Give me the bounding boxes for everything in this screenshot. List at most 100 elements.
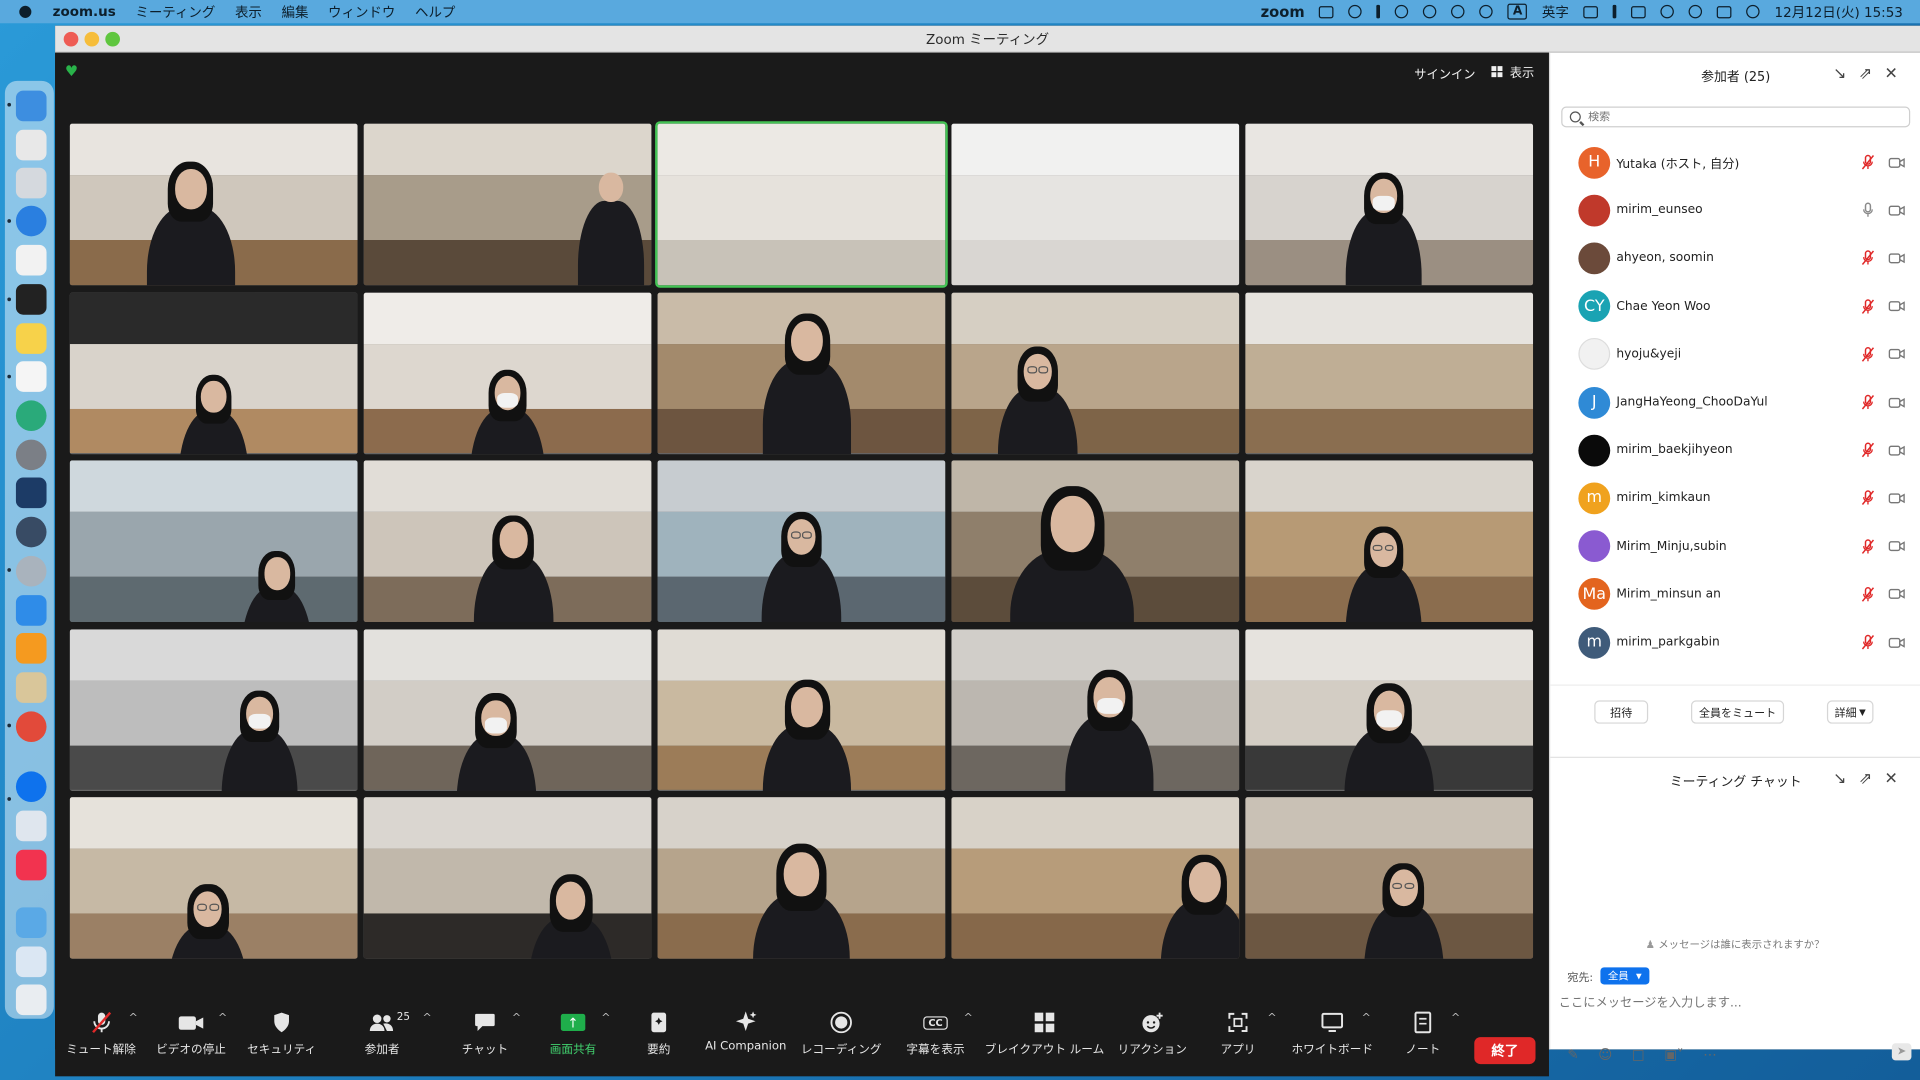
- headphones-icon[interactable]: [1479, 4, 1494, 19]
- launchpad-icon[interactable]: [15, 129, 47, 161]
- menu-view[interactable]: 表示: [235, 2, 262, 22]
- participant-row[interactable]: ahyeon, soomin: [1550, 234, 1920, 282]
- participant-row[interactable]: mirim_baekjihyeon: [1550, 426, 1920, 474]
- screenshot-icon[interactable]: ▣˅: [1664, 1047, 1683, 1063]
- input-method-icon[interactable]: A: [1507, 3, 1528, 20]
- camera-icon[interactable]: [1888, 444, 1905, 456]
- mute-all-button[interactable]: 全員をミュート: [1691, 700, 1785, 724]
- muted-mic-icon[interactable]: [1861, 154, 1875, 170]
- whiteboard-button[interactable]: ホワイトボード: [1292, 1008, 1373, 1062]
- disk-utility-icon[interactable]: [15, 555, 47, 587]
- encryption-shield-icon[interactable]: ♥: [65, 63, 80, 80]
- emoji-icon[interactable]: ☺: [1598, 1047, 1612, 1063]
- participants-options-caret[interactable]: ^: [422, 1013, 431, 1025]
- muted-mic-icon[interactable]: [1861, 442, 1875, 458]
- safari-icon[interactable]: [15, 205, 47, 237]
- video-tile[interactable]: [363, 797, 652, 959]
- script-icon[interactable]: [15, 672, 47, 703]
- notes-options-caret[interactable]: ^: [1451, 1013, 1460, 1025]
- status-circle-icon[interactable]: [1395, 4, 1409, 19]
- video-options-caret[interactable]: ^: [218, 1013, 227, 1025]
- invite-button[interactable]: 招待: [1594, 700, 1649, 724]
- collapse-icon[interactable]: ↘: [1833, 65, 1846, 83]
- zoom-app-icon[interactable]: [15, 771, 47, 803]
- apps-options-caret[interactable]: ^: [1267, 1013, 1276, 1025]
- bluetooth-icon[interactable]: [1612, 4, 1617, 19]
- chat-options-caret[interactable]: ^: [512, 1013, 521, 1025]
- clock-label[interactable]: 12月12日(火) 15:53: [1775, 2, 1903, 22]
- whiteboard-options-caret[interactable]: ^: [1362, 1013, 1371, 1025]
- captions-options-caret[interactable]: ^: [964, 1013, 973, 1025]
- apps-button[interactable]: アプリ: [1216, 1008, 1260, 1062]
- video-tile[interactable]: [69, 123, 358, 286]
- photo-booth-icon[interactable]: [15, 477, 47, 509]
- video-tile[interactable]: [951, 460, 1240, 623]
- input-method-label[interactable]: 英字: [1542, 2, 1569, 22]
- participant-search[interactable]: [1561, 106, 1911, 128]
- message-input[interactable]: [1558, 991, 1914, 1014]
- downloads-stack-icon[interactable]: [15, 946, 47, 978]
- video-tile[interactable]: [655, 121, 948, 288]
- video-tile[interactable]: [951, 123, 1240, 286]
- wifi-off-icon[interactable]: [1583, 5, 1599, 18]
- camera-icon[interactable]: [1888, 348, 1905, 360]
- security-button[interactable]: セキュリティ: [247, 1008, 316, 1062]
- zoom-status-label[interactable]: zoom: [1261, 3, 1305, 20]
- find-my-icon[interactable]: [15, 400, 47, 432]
- participant-row[interactable]: hyoju&yeji: [1550, 330, 1920, 378]
- chrome-icon[interactable]: [15, 711, 47, 743]
- siri-icon[interactable]: [1746, 4, 1760, 19]
- script-editor-icon[interactable]: [15, 244, 47, 276]
- sign-in-button[interactable]: サインイン: [1414, 64, 1475, 82]
- menu-window[interactable]: ウィンドウ: [328, 2, 395, 22]
- camera-icon[interactable]: [1888, 540, 1905, 552]
- file-attach-icon[interactable]: □: [1632, 1047, 1645, 1063]
- participant-row[interactable]: mirim_eunseo: [1550, 186, 1920, 234]
- camera-icon[interactable]: [1888, 636, 1905, 648]
- muted-mic-icon[interactable]: [1861, 490, 1875, 506]
- pages-icon[interactable]: [15, 633, 47, 664]
- reactions-button[interactable]: リアクション: [1118, 1008, 1187, 1062]
- image-capture-icon[interactable]: [15, 810, 47, 842]
- camera-icon[interactable]: [1888, 396, 1905, 408]
- record-button[interactable]: レコーディング: [801, 1008, 882, 1062]
- user-icon[interactable]: [1660, 4, 1675, 19]
- camera-icon[interactable]: [1888, 156, 1905, 168]
- video-tile[interactable]: [1245, 460, 1534, 623]
- system-settings-icon[interactable]: [15, 439, 47, 471]
- video-tile[interactable]: [363, 123, 652, 286]
- video-tile[interactable]: [657, 628, 946, 791]
- mic-icon[interactable]: [1861, 202, 1874, 218]
- participant-row[interactable]: CY Chae Yeon Woo: [1550, 282, 1920, 330]
- freeform-icon[interactable]: [15, 361, 47, 392]
- menu-meeting[interactable]: ミーティング: [135, 2, 215, 22]
- participant-row[interactable]: Ma Mirim_minsun an: [1550, 570, 1920, 618]
- video-tile[interactable]: [1245, 628, 1534, 791]
- keynote-icon[interactable]: [15, 595, 47, 626]
- finder-icon[interactable]: [15, 90, 47, 122]
- video-tile[interactable]: [69, 797, 358, 959]
- preview-icon[interactable]: [15, 167, 47, 199]
- video-tile[interactable]: [951, 628, 1240, 791]
- apple-menu-icon[interactable]: ●: [18, 2, 38, 20]
- captions-button[interactable]: CC 字幕を表示: [904, 1008, 968, 1062]
- close-icon[interactable]: ✕: [1884, 65, 1897, 83]
- participant-row[interactable]: m mirim_parkgabin: [1550, 618, 1920, 666]
- pop-out-icon[interactable]: ⇗: [1859, 65, 1872, 83]
- more-options-button[interactable]: 詳細 ▼: [1826, 700, 1874, 724]
- control-center-icon[interactable]: [1717, 5, 1732, 18]
- share-screen-button[interactable]: ↑ 画面共有: [547, 1008, 598, 1062]
- chat-button[interactable]: チャット: [459, 1008, 510, 1062]
- spotlight-icon[interactable]: [1688, 4, 1703, 19]
- menu-edit[interactable]: 編集: [281, 2, 308, 22]
- breakout-rooms-button[interactable]: ブレイクアウト ルーム: [985, 1008, 1104, 1062]
- status-bolt-icon[interactable]: [1376, 4, 1381, 19]
- notes-button[interactable]: ノート: [1402, 1008, 1444, 1062]
- video-tile[interactable]: [363, 628, 652, 791]
- muted-mic-icon[interactable]: [1861, 298, 1875, 314]
- search-input[interactable]: [1588, 110, 1895, 124]
- video-tile[interactable]: [363, 460, 652, 623]
- status-tool-icon[interactable]: [1319, 5, 1335, 18]
- folder-icon[interactable]: [15, 907, 47, 938]
- menu-app[interactable]: zoom.us: [53, 4, 116, 20]
